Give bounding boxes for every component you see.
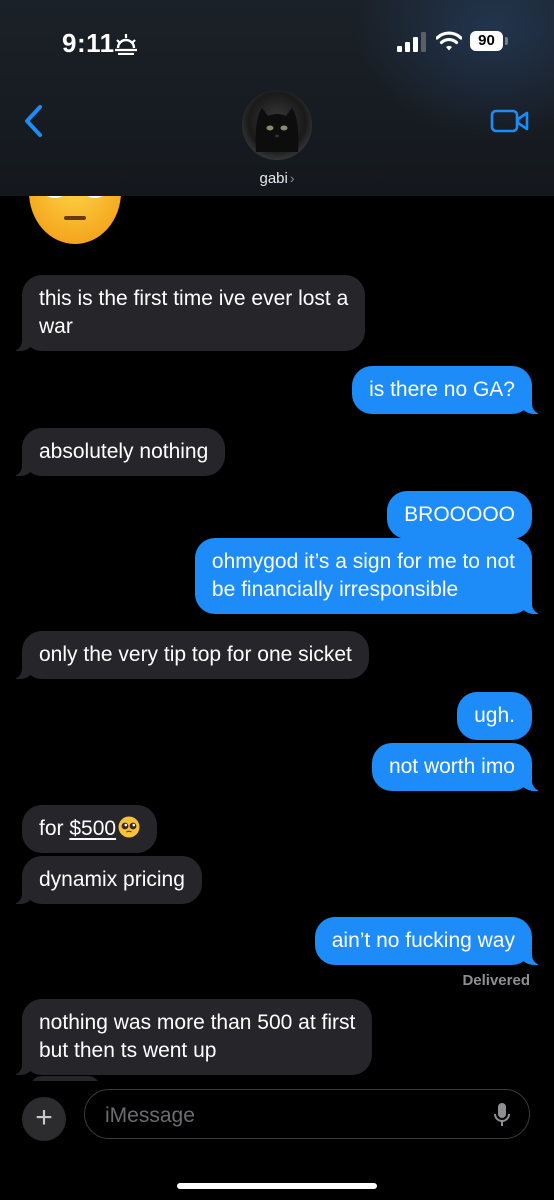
message-bubble[interactable]: BROOOOO [387,491,532,539]
message-line: not worth imo [388,755,515,778]
price-link[interactable]: $500 [69,817,116,840]
message-field[interactable] [84,1089,530,1139]
sunset-icon [115,34,137,55]
pleading-face-emoji [118,816,140,838]
message-line: ohmygod it’s a sign for me to not [211,550,515,573]
message-bubble[interactable]: ugh. [457,692,532,740]
message-bubble[interactable]: ohmygod it’s a sign for me to not be fin… [194,538,543,614]
microphone-icon[interactable] [493,1102,511,1128]
video-camera-icon[interactable] [490,108,530,134]
message-input[interactable] [103,1100,477,1132]
message-line: but then ts went up [39,1039,217,1062]
message-bubble[interactable]: only the very tip top for one sicket [12,631,369,679]
message-bubble[interactable]: is there no GA? [352,366,542,414]
message-bubble[interactable]: this is the first time ive ever lost a w… [11,275,366,351]
message-line: dynamix pricing [39,868,185,891]
message-bubble[interactable]: not worth imo [371,743,543,791]
message-line: this is the first time ive ever lost a [39,287,349,310]
avatar [242,90,312,160]
message-line: BROOOOO [404,503,515,526]
signal-icon [397,32,426,52]
cat-photo-icon [255,108,299,152]
message-bubble[interactable]: dynamix pricing [12,856,202,904]
message-line: be financially irresponsible [211,578,459,601]
message-line: ain’t no fucking way [331,929,515,952]
rolling-eyes-emoji [29,196,121,244]
message-line: ugh. [474,704,515,727]
plus-icon[interactable]: + [22,1097,66,1141]
message-line: for $500 [39,815,140,843]
delivered-status: Delivered [462,972,530,989]
contact-name: gabi › [227,170,327,187]
message-text: for [39,817,70,840]
message-bubble[interactable]: for $500 [22,805,158,853]
chevron-right-icon: › [289,170,295,186]
back-chevron-icon[interactable] [22,104,46,138]
message-bubble[interactable]: ain’t no fucking way [314,917,543,965]
message-list[interactable]: this is the first time ive ever lost a w… [0,196,554,1081]
status-time: 9:11 [62,28,115,58]
contact-info[interactable]: gabi › [227,90,327,187]
wifi-icon [436,31,462,51]
message-bubble[interactable]: nothing was more than 500 at first but t… [11,999,373,1075]
message-line: nothing was more than 500 at first [39,1011,356,1034]
battery-icon: 90 [470,31,508,51]
message-bubble[interactable]: absolutely nothing [11,428,226,476]
compose-bar: + [0,1081,554,1200]
contact-name-text: gabi [259,170,288,187]
message-line: war [39,315,73,338]
message-line: absolutely nothing [39,440,209,463]
home-indicator[interactable] [177,1183,377,1189]
status-bar: 9:11 90 [0,0,554,80]
message-line: only the very tip top for one sicket [39,643,352,666]
message-line: is there no GA? [369,378,515,401]
